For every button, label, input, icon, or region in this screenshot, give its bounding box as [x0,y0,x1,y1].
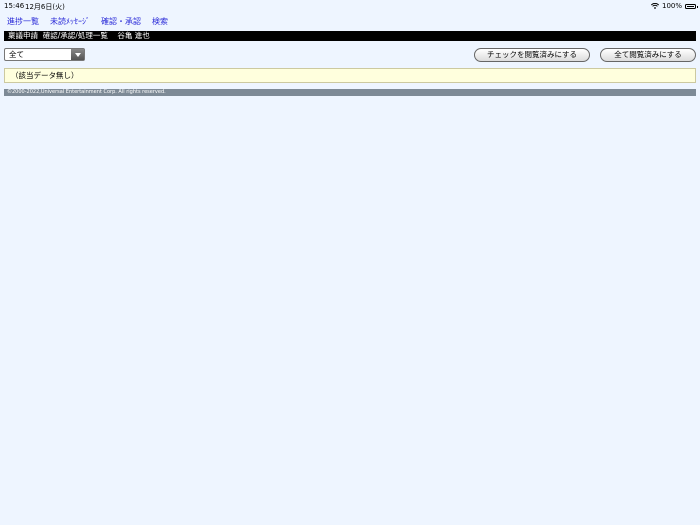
nav-progress-list[interactable]: 進捗一覧 [7,16,39,27]
status-bar: 15:46 12月6日(火) 100% [0,0,700,13]
nav-search[interactable]: 検索 [152,16,168,27]
top-nav: 進捗一覧 未読ﾒｯｾｰｼﾞ 確認・承認 検索 [7,16,168,27]
nav-unread-messages[interactable]: 未読ﾒｯｾｰｼﾞ [50,16,90,27]
copyright-footer: ©2000-2022,Universal Entertainment Corp.… [4,89,696,96]
wifi-icon [650,3,659,9]
empty-results-message: （該当データ無し） [4,68,696,83]
mark-all-read-button[interactable]: 全て閲覧済みにする [600,48,696,62]
battery-percent: 100% [661,2,682,10]
page-title: 稟議申請 確認/承認/処理一覧 谷亀 進也 [4,31,696,41]
status-indicators: 100% [650,2,698,10]
battery-icon [685,3,698,9]
nav-confirm-approve[interactable]: 確認・承認 [101,16,141,27]
mark-checked-read-button[interactable]: チェックを閲覧済みにする [474,48,590,62]
filter-selected-value: 全て [9,50,24,59]
status-time: 15:46 [4,2,25,10]
chevron-down-icon[interactable] [71,49,84,60]
status-date: 12月6日(火) [25,3,65,11]
filter-select[interactable]: 全て [4,48,85,61]
